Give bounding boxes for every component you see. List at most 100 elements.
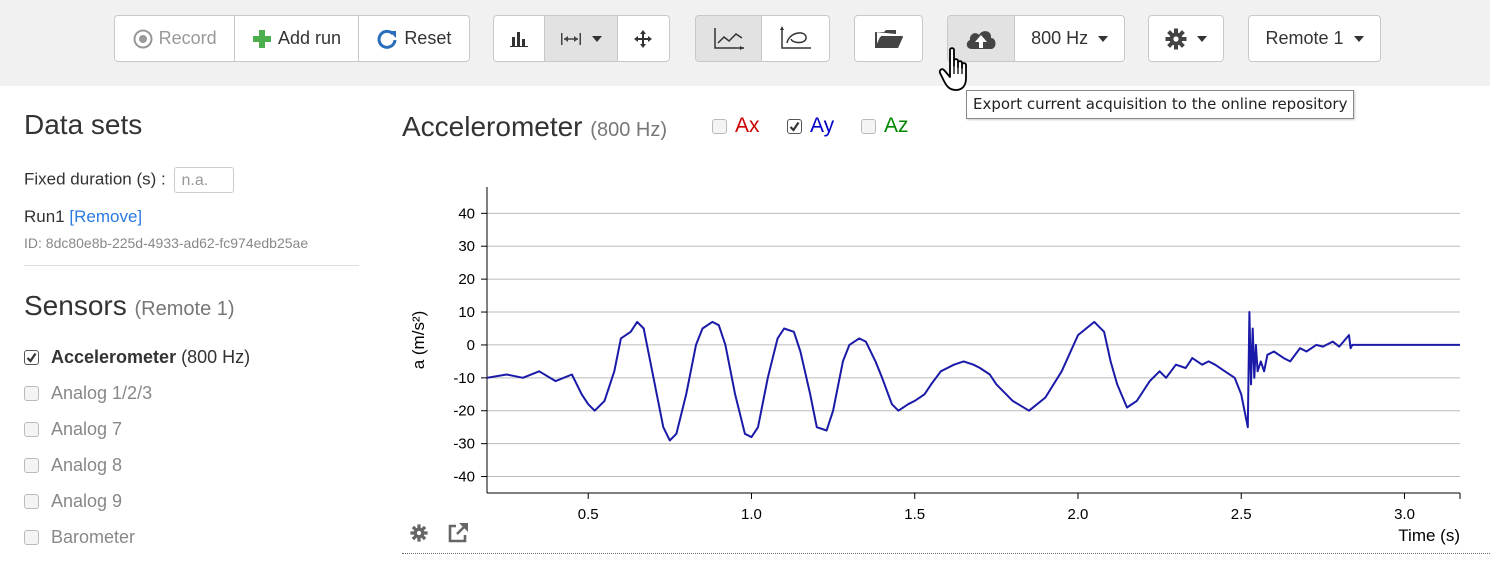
sensor-item[interactable]: Analog 8 [24, 455, 122, 476]
bar-chart-button[interactable] [494, 16, 546, 61]
refresh-icon [377, 29, 397, 49]
sensor-label: Analog 1/2/3 [51, 383, 153, 403]
reset-button[interactable]: Reset [358, 16, 469, 61]
sensor-item[interactable]: Analog 1/2/3 [24, 383, 152, 404]
sensor-checkbox[interactable] [24, 530, 39, 545]
reset-label: Reset [404, 28, 452, 48]
folder-open-icon [874, 29, 903, 48]
record-button[interactable]: Record [115, 16, 236, 61]
settings-group [1148, 15, 1224, 62]
move-icon [634, 29, 653, 48]
axis-label: Ax [735, 114, 760, 137]
axis-toggle-az[interactable]: Az [861, 114, 909, 138]
sensor-item[interactable]: Analog 9 [24, 491, 122, 512]
sensors-title: Sensors [24, 290, 127, 321]
chart-grid [487, 212, 1460, 478]
time-plot-button[interactable] [696, 16, 763, 61]
sensor-checkbox[interactable] [24, 350, 39, 365]
chevron-down-icon [1098, 35, 1109, 42]
sensor-item[interactable]: Analog 7 [24, 419, 122, 440]
remove-run-link[interactable]: [Remove] [69, 207, 142, 226]
plot-type-group [695, 15, 830, 62]
axis-checkbox[interactable] [712, 118, 727, 134]
x-tick-label: 1.5 [904, 506, 925, 523]
sensor-checkbox[interactable] [24, 386, 39, 401]
open-group [854, 15, 923, 62]
toolbar: Record Add run Reset 800 Hz Remote 1 [0, 0, 1490, 86]
sensors-remote: (Remote 1) [134, 298, 235, 320]
frequency-dropdown[interactable]: 800 Hz [1015, 16, 1124, 61]
y-tick-label: 40 [458, 205, 475, 222]
axis-toggle-ax[interactable]: Ax [712, 114, 760, 138]
axis-checkbox[interactable] [861, 118, 876, 134]
run-row: Run1 [Remove] [24, 207, 142, 227]
x-axis-label: Time (s) [1398, 526, 1460, 545]
add-run-button[interactable]: Add run [235, 16, 359, 61]
open-folder-button[interactable] [855, 16, 922, 61]
sensor-label: Barometer [51, 527, 136, 547]
datasets-title: Data sets [24, 109, 143, 140]
fixed-duration-row: Fixed duration (s) : n.a. [24, 167, 235, 193]
sensor-checkbox[interactable] [24, 422, 39, 437]
series-line-ay [486, 311, 1460, 442]
sensor-checkbox[interactable] [24, 494, 39, 509]
export-tooltip: Export current acquisition to the online… [966, 90, 1355, 119]
fixed-duration-label: Fixed duration (s) : [24, 169, 166, 189]
view-mode-group [493, 15, 670, 62]
horizontal-resize-icon [561, 32, 581, 45]
frequency-label: 800 Hz [1031, 28, 1089, 48]
run-id: ID: 8dc80e8b-225d-4933-ad62-fc974edb25ae [24, 235, 309, 251]
y-axis-label: a (m/s²) [409, 311, 428, 370]
sensor-label: Analog 9 [51, 491, 123, 511]
hand-pointer-icon [938, 47, 967, 91]
y-tick-label: -40 [453, 469, 475, 486]
run-controls-group: Record Add run Reset [114, 15, 470, 62]
axis-toggle-ay[interactable]: Ay [787, 114, 834, 138]
divider [24, 265, 359, 266]
fixed-duration-input[interactable]: n.a. [174, 167, 235, 193]
sensor-checkbox[interactable] [24, 458, 39, 473]
pan-button[interactable] [617, 16, 669, 61]
chart-labels: 40 30 20 10 0 -10 -20 -30 -40 0.5 1.0 1.5 2.0 2.5 3.0 T… [409, 205, 1460, 545]
y-tick-label: 30 [458, 238, 475, 255]
external-link-icon[interactable] [447, 522, 469, 544]
sensor-item[interactable]: Barometer [24, 527, 135, 548]
chart-settings-icon[interactable] [410, 524, 428, 542]
y-tick-label: -20 [453, 403, 475, 420]
x-tick-label: 2.0 [1068, 506, 1089, 523]
remote-dropdown[interactable]: Remote 1 [1249, 16, 1380, 61]
gear-icon [1165, 28, 1187, 49]
plot-title: Accelerometer [402, 111, 583, 142]
x-tick-label: 1.0 [741, 506, 762, 523]
chevron-down-icon [592, 35, 602, 42]
y-tick-label: -10 [453, 370, 475, 387]
plot-title-row: Accelerometer (800 Hz) [402, 111, 667, 143]
add-run-label: Add run [277, 28, 341, 48]
record-label: Record [158, 28, 217, 48]
plus-icon [252, 29, 271, 48]
line-chart-icon [713, 27, 744, 50]
xy-curve-icon [779, 25, 811, 49]
y-tick-label: 20 [458, 271, 475, 288]
y-tick-label: 0 [467, 337, 475, 354]
y-tick-label: -30 [453, 436, 475, 453]
sensor-rate: (800 Hz) [181, 347, 251, 367]
zoom-x-dropdown[interactable] [545, 16, 618, 61]
settings-dropdown[interactable] [1149, 16, 1223, 61]
sensor-item[interactable]: Accelerometer (800 Hz) [24, 347, 250, 368]
record-icon [133, 29, 153, 48]
axis-label: Az [884, 114, 909, 137]
bar-chart-icon [510, 31, 529, 47]
run-name: Run1 [24, 207, 65, 226]
xy-plot-button[interactable] [762, 16, 829, 61]
axis-checkbox[interactable] [787, 118, 802, 134]
chart-series [486, 311, 1460, 442]
remote-group: Remote 1 [1248, 15, 1381, 62]
sensor-label: Accelerometer [51, 347, 177, 367]
remote-label: Remote 1 [1265, 28, 1344, 48]
sensors-title-row: Sensors (Remote 1) [24, 290, 235, 322]
x-tick-label: 2.5 [1231, 506, 1252, 523]
chart-bottom-border [402, 553, 1490, 554]
x-tick-label: 0.5 [578, 506, 599, 523]
chart-axes [481, 187, 1461, 499]
